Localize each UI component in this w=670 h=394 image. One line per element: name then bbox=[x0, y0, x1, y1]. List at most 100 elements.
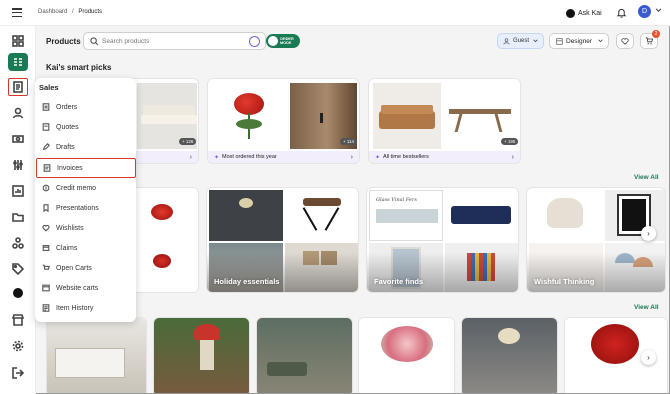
view-all-collections-link[interactable]: View All bbox=[634, 174, 659, 181]
product-card-5[interactable] bbox=[461, 317, 558, 393]
ask-kai-label: Ask Kai bbox=[578, 9, 602, 17]
breadcrumb: Dashboard / Products bbox=[38, 9, 102, 15]
avatar[interactable]: D bbox=[638, 5, 651, 18]
heart-icon bbox=[42, 224, 50, 232]
collection-label: Favorite finds bbox=[374, 277, 424, 286]
card-caption[interactable]: ✦ Most ordered this year › bbox=[208, 151, 359, 163]
sparkle-icon: ✦ bbox=[214, 154, 220, 161]
product-card-1[interactable] bbox=[46, 317, 147, 393]
menu-item-label: Item History bbox=[56, 304, 94, 312]
invoice-icon bbox=[43, 164, 51, 172]
smart-pick-card-3[interactable]: + 195 ✦ All time bestsellers › bbox=[368, 78, 521, 164]
menu-item-open-carts[interactable]: Open Carts bbox=[35, 259, 136, 277]
menu-item-invoices[interactable]: Invoices bbox=[36, 158, 136, 178]
bell-icon[interactable] bbox=[616, 6, 627, 18]
menu-item-label: Quotes bbox=[56, 123, 79, 131]
menu-item-label: Orders bbox=[56, 103, 78, 111]
cart-button[interactable]: 2 bbox=[640, 30, 660, 49]
sales-icon[interactable] bbox=[8, 78, 28, 96]
settings-sliders-icon[interactable] bbox=[8, 156, 28, 174]
smart-pick-card-2[interactable]: + 114 ✦ Most ordered this year › bbox=[207, 78, 360, 164]
guest-label: Guest bbox=[513, 38, 530, 44]
menu-item-quotes[interactable]: Quotes bbox=[35, 118, 136, 136]
chevron-down-icon bbox=[598, 39, 603, 43]
green-room-image bbox=[257, 318, 352, 393]
view-all-products-link[interactable]: View All bbox=[634, 304, 659, 311]
menu-item-credit-memo[interactable]: Credit memo bbox=[35, 179, 136, 197]
flower-image-2 bbox=[127, 242, 198, 292]
gear-icon[interactable] bbox=[8, 337, 28, 355]
chevron-down-icon bbox=[533, 39, 538, 43]
kitchen-image bbox=[47, 318, 146, 393]
menu-item-label: Website carts bbox=[56, 284, 99, 292]
ask-kai-button[interactable]: Ask Kai bbox=[566, 7, 602, 19]
pouf-image bbox=[529, 190, 603, 241]
products-next-button[interactable]: › bbox=[641, 350, 656, 365]
designer-label: Designer bbox=[566, 37, 593, 45]
product-card-2[interactable] bbox=[153, 317, 250, 393]
reports-icon[interactable] bbox=[8, 182, 28, 200]
menu-item-drafts[interactable]: Drafts bbox=[35, 138, 136, 156]
caption-text: Most ordered this year bbox=[222, 154, 277, 160]
menu-item-wishlists[interactable]: Wishlists bbox=[35, 219, 136, 237]
pencil-icon bbox=[42, 143, 50, 151]
menu-item-label: Credit memo bbox=[56, 184, 97, 192]
order-mode-toggle[interactable]: ORDER MODE bbox=[266, 34, 300, 48]
menu-item-presentations[interactable]: Presentations bbox=[35, 199, 136, 217]
payments-icon[interactable] bbox=[8, 130, 28, 148]
chandelier-room-image bbox=[462, 318, 557, 393]
collection-card-2[interactable]: Holiday essentials bbox=[206, 187, 359, 293]
catalog-icon[interactable] bbox=[8, 53, 28, 71]
menu-item-claims[interactable]: Claims bbox=[35, 239, 136, 257]
card-caption[interactable]: ✦ All time bestsellers › bbox=[369, 151, 520, 163]
menu-item-item-history[interactable]: Item History bbox=[35, 299, 136, 317]
collection-label: Wishful Thinking bbox=[534, 277, 595, 286]
toggle-knob bbox=[268, 36, 278, 46]
caption-text: All time bestsellers bbox=[383, 154, 429, 160]
customers-icon[interactable] bbox=[8, 104, 28, 122]
cart-count-badge: 2 bbox=[652, 30, 660, 38]
wishlist-button[interactable] bbox=[616, 33, 634, 49]
cart-icon bbox=[645, 37, 653, 45]
user-icon bbox=[503, 37, 510, 44]
heart-icon bbox=[621, 37, 629, 45]
menu-item-orders[interactable]: Orders bbox=[35, 98, 136, 116]
guest-selector[interactable]: Guest bbox=[497, 33, 544, 49]
website-cart-icon bbox=[42, 284, 50, 292]
collection-card-3[interactable]: Glass Vinal Fers Favorite finds bbox=[366, 187, 519, 293]
collections-next-button[interactable]: › bbox=[641, 226, 656, 241]
claims-icon bbox=[42, 245, 50, 251]
tag-icon[interactable] bbox=[8, 260, 28, 278]
chevron-right-icon: › bbox=[647, 353, 650, 362]
designer-selector[interactable]: Designer bbox=[549, 33, 609, 49]
quotes-icon bbox=[42, 123, 50, 131]
search-bar[interactable] bbox=[83, 32, 266, 50]
order-mode-label: ORDER MODE bbox=[280, 37, 294, 45]
store-icon[interactable] bbox=[8, 311, 28, 329]
logout-icon[interactable] bbox=[8, 364, 28, 382]
camera-icon[interactable] bbox=[249, 36, 260, 47]
dashboard-icon[interactable] bbox=[8, 32, 28, 50]
product-card-3[interactable] bbox=[256, 317, 353, 393]
menu-item-website-carts[interactable]: Website carts bbox=[35, 279, 136, 297]
sparkle-icon: ✦ bbox=[375, 154, 381, 161]
layout-icon bbox=[556, 37, 563, 45]
integrations-icon[interactable] bbox=[8, 234, 28, 252]
menu-icon[interactable] bbox=[12, 8, 22, 18]
count-badge: + 114 bbox=[340, 138, 358, 145]
breadcrumb-dashboard[interactable]: Dashboard bbox=[38, 9, 67, 15]
chevron-down-icon[interactable] bbox=[655, 8, 662, 15]
folder-icon[interactable] bbox=[8, 208, 28, 226]
search-input[interactable] bbox=[102, 36, 227, 47]
stool-image bbox=[285, 190, 358, 241]
chevron-right-icon: › bbox=[511, 153, 514, 161]
count-badge: + 126 bbox=[179, 138, 197, 145]
collection-label: Holiday essentials bbox=[214, 277, 280, 286]
orders-icon bbox=[42, 103, 50, 111]
search-icon bbox=[90, 37, 99, 46]
chevron-right-icon: › bbox=[647, 229, 650, 238]
product-card-4[interactable] bbox=[358, 317, 455, 393]
frame-image bbox=[605, 190, 665, 241]
flower-image bbox=[212, 83, 288, 149]
kai-icon[interactable] bbox=[8, 284, 28, 302]
